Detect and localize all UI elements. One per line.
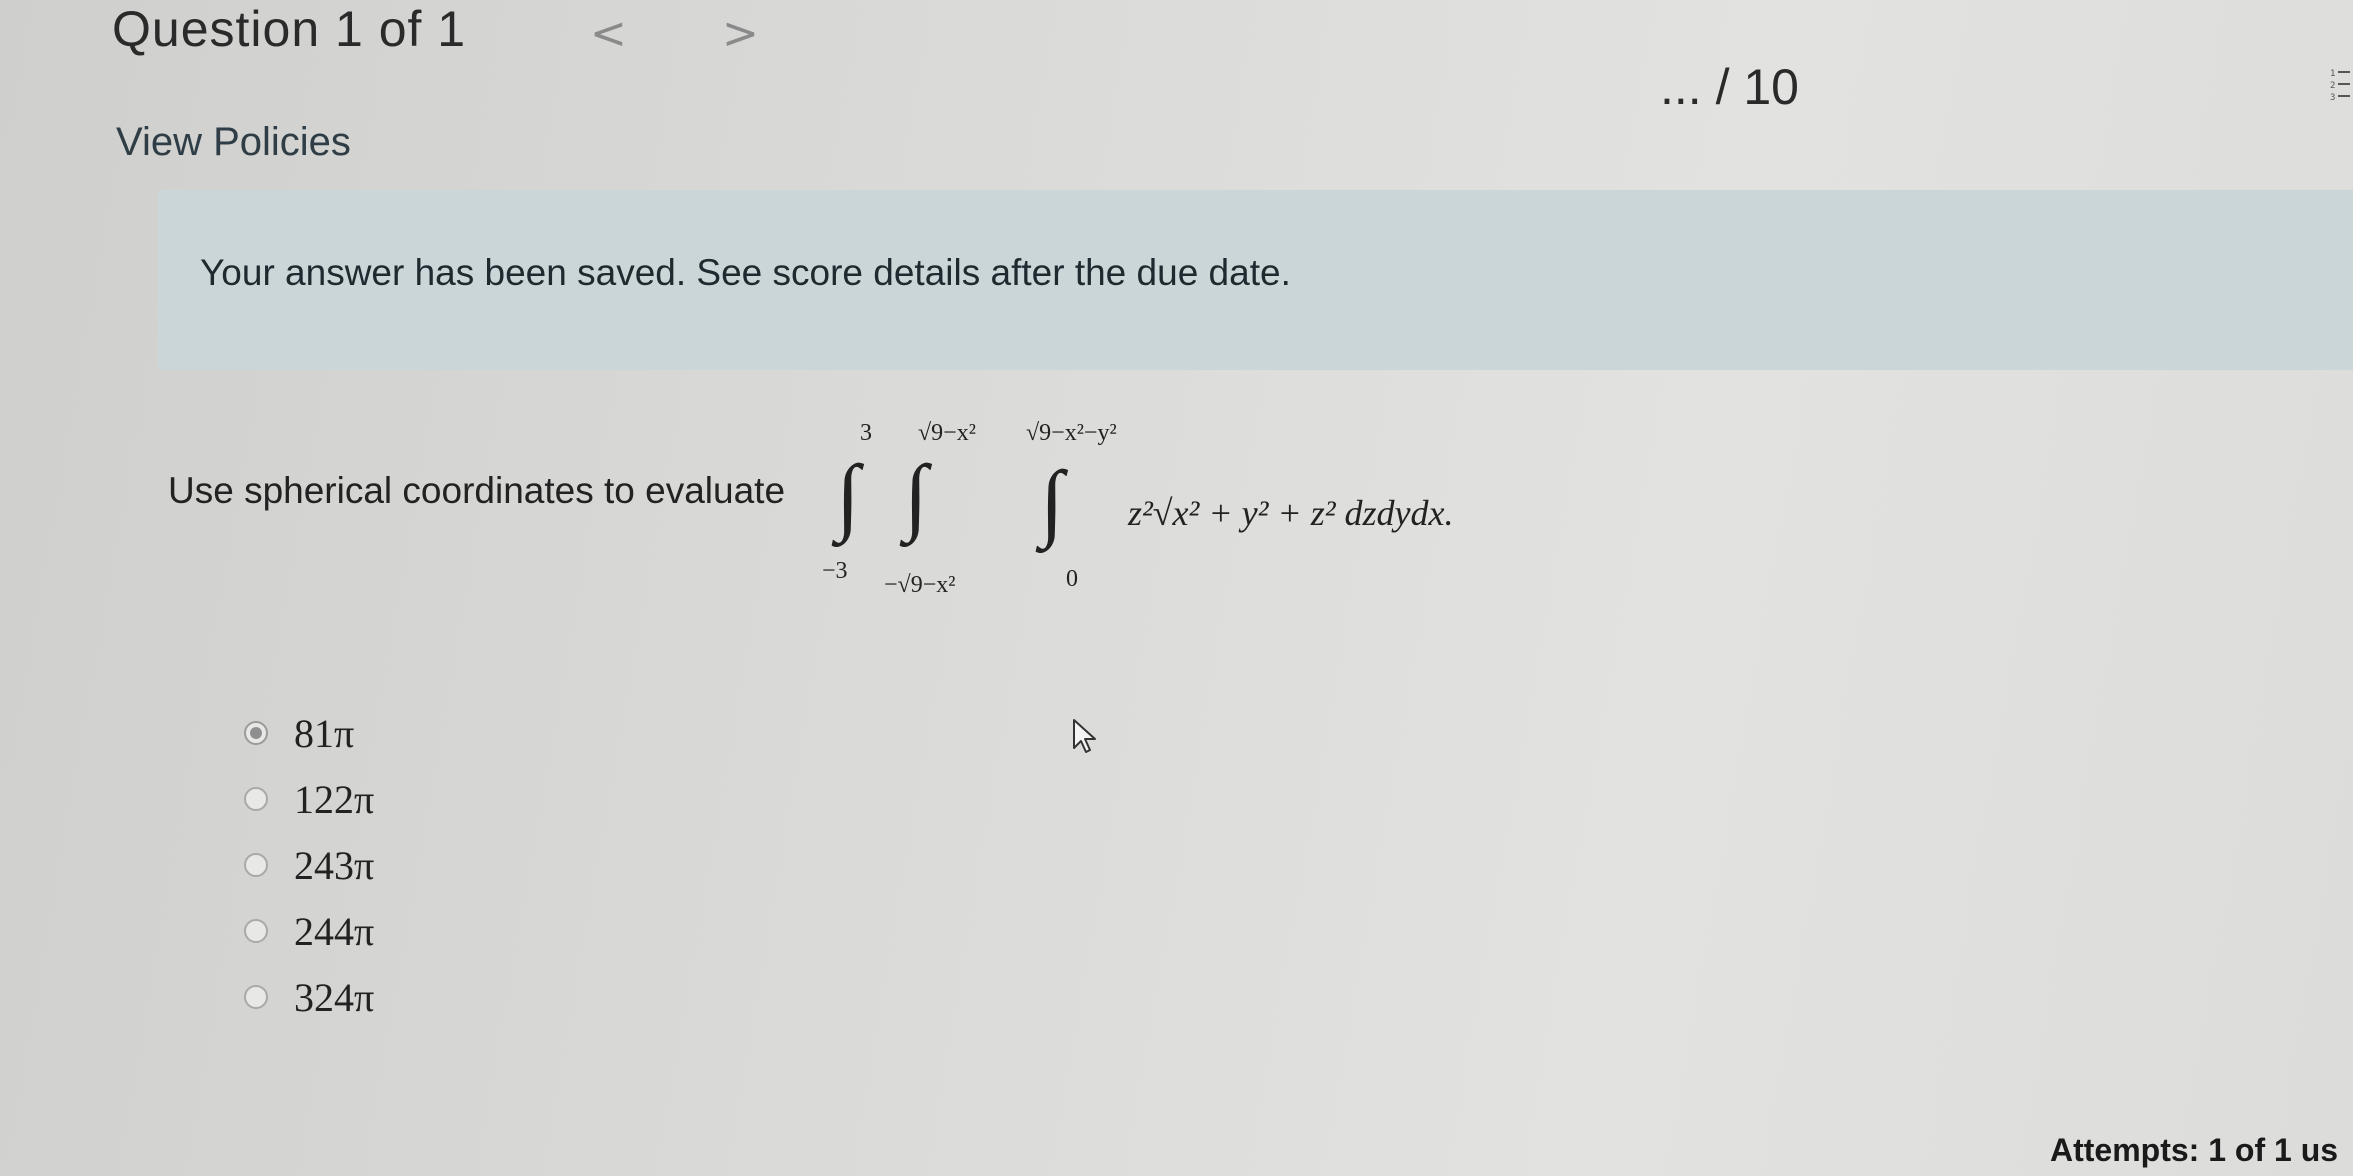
middle-lower-limit: −√9−x²: [884, 572, 956, 598]
option-label: 244π: [294, 908, 375, 954]
inner-upper-limit: √9−x²−y²: [1026, 420, 1117, 446]
banner-message: Your answer has been saved. See score de…: [200, 252, 1291, 293]
svg-text:3: 3: [2330, 93, 2335, 103]
radio-button[interactable]: [244, 919, 268, 943]
radio-button[interactable]: [244, 787, 268, 811]
option-label: 81π: [294, 710, 355, 756]
triple-integral: 3 ∫ −3 √9−x² ∫ −√9−x² √9−x²−y² ∫ 0 z²√x²…: [818, 420, 1798, 620]
chevron-left-icon[interactable]: <: [590, 8, 627, 59]
view-policies-link[interactable]: View Policies: [116, 120, 351, 165]
option-label: 243π: [294, 842, 375, 888]
question-prompt: Use spherical coordinates to evaluate 3 …: [168, 420, 1768, 620]
integral-sign-outer: ∫: [836, 447, 860, 543]
saved-banner: Your answer has been saved. See score de…: [158, 190, 2353, 370]
svg-text:1: 1: [2330, 69, 2335, 79]
answer-option[interactable]: 122π: [244, 766, 374, 832]
score-display: ... / 10: [1660, 59, 1799, 115]
answer-options: 81π 122π 243π 244π 324π: [244, 700, 374, 1030]
middle-upper-limit: √9−x²: [918, 420, 976, 446]
integral-sign-inner: ∫: [1040, 453, 1064, 549]
inner-lower-limit: 0: [1066, 566, 1078, 592]
option-label: 324π: [294, 974, 375, 1020]
question-text: Use spherical coordinates to evaluate: [168, 470, 786, 511]
answer-option[interactable]: 324π: [244, 964, 374, 1030]
attempts-counter: Attempts: 1 of 1 us: [2050, 1132, 2339, 1168]
page-title: Question 1 of 1: [112, 1, 467, 57]
answer-option[interactable]: 243π: [244, 832, 374, 898]
answer-option[interactable]: 81π: [244, 700, 374, 766]
outer-lower-limit: −3: [822, 558, 848, 584]
answer-option[interactable]: 244π: [244, 898, 374, 964]
svg-text:2: 2: [2330, 81, 2335, 91]
radio-button[interactable]: [244, 985, 268, 1009]
chevron-right-icon[interactable]: >: [722, 8, 759, 59]
radio-button[interactable]: [244, 853, 268, 877]
option-label: 122π: [294, 776, 375, 822]
mouse-pointer-icon: [1072, 718, 1098, 756]
integrand: z²√x² + y² + z² dzdydx.: [1128, 493, 1454, 533]
outer-upper-limit: 3: [860, 420, 872, 446]
radio-button[interactable]: [244, 721, 268, 745]
numbered-list-icon[interactable]: 1 2 3: [2330, 66, 2352, 106]
integral-sign-middle: ∫: [904, 447, 928, 543]
